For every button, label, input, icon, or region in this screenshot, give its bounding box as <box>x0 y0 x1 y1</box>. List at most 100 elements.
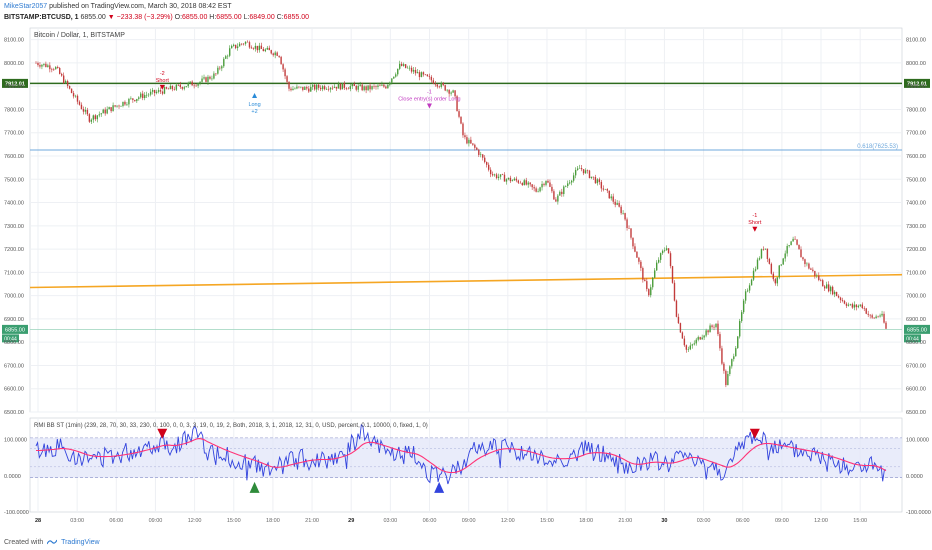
candle-body <box>280 56 282 65</box>
candle-body <box>659 253 662 260</box>
candle-body <box>531 184 533 188</box>
candle-body <box>737 336 739 349</box>
candle-body <box>84 109 87 112</box>
y-tick-left: 6900.00 <box>4 317 24 323</box>
y-tick-right: 6900.00 <box>906 317 926 323</box>
candle-body <box>393 76 395 79</box>
candle-body <box>118 105 120 107</box>
candle-body <box>229 48 231 56</box>
candle-body <box>438 86 440 88</box>
candle-body <box>100 113 102 115</box>
candle-body <box>145 94 148 96</box>
candle-body <box>725 370 727 386</box>
candle-body <box>675 300 678 317</box>
x-tick: 15:00 <box>227 518 241 524</box>
candle-body <box>193 85 195 87</box>
candle-body <box>786 246 788 254</box>
candle-body <box>74 95 77 97</box>
candle-body <box>768 258 771 264</box>
candle-body <box>140 93 142 98</box>
candle-body <box>201 78 203 82</box>
y-tick-left: 7900.00 <box>4 84 24 90</box>
candle-body <box>493 174 496 176</box>
osc-y-tick-right: -100.0000 <box>906 510 931 516</box>
candle-body <box>282 64 284 70</box>
candle-body <box>167 88 170 90</box>
candle-body <box>134 99 136 102</box>
candle-body <box>327 88 330 90</box>
candle-body <box>308 88 310 92</box>
candle-body <box>792 238 794 242</box>
candle-body <box>853 304 856 308</box>
candle-body <box>230 45 233 49</box>
candle-body <box>171 85 174 90</box>
candle-body <box>596 179 599 184</box>
candle-body <box>104 109 106 114</box>
y-tick-left: 7500.00 <box>4 177 24 183</box>
y-tick-right: 7100.00 <box>906 270 926 276</box>
candle-body <box>341 82 344 90</box>
candle-body <box>45 63 47 68</box>
candle-body <box>395 74 397 77</box>
candle-body <box>207 76 209 82</box>
candle-body <box>78 101 81 105</box>
candle-body <box>578 168 581 169</box>
candle-body <box>466 137 468 144</box>
candle-body <box>144 95 146 99</box>
author-link[interactable]: MikeStar2057 <box>4 3 47 10</box>
candle-body <box>82 109 85 112</box>
candle-body <box>723 363 725 371</box>
annotation-text: Long <box>248 102 260 108</box>
candle-body <box>677 316 680 324</box>
candle-body <box>219 67 221 69</box>
candle-body <box>814 270 816 276</box>
candle-body <box>731 359 733 367</box>
candle-body <box>363 86 365 91</box>
candle-body <box>329 87 332 90</box>
candle-body <box>549 182 551 187</box>
candle-body <box>598 179 601 182</box>
candle-body <box>191 81 193 86</box>
candle-body <box>408 67 411 69</box>
x-tick: 12:00 <box>188 518 202 524</box>
candle-body <box>436 84 438 87</box>
candle-body <box>302 86 304 90</box>
candle-body <box>272 53 274 56</box>
chart-canvas[interactable]: 7912.01 7912.010.618(7625.53)6855.0000:44… <box>0 0 932 550</box>
candle-body <box>683 338 686 346</box>
candle-body <box>632 237 634 247</box>
candle-body <box>53 69 55 70</box>
candle-body <box>458 111 460 117</box>
candle-body <box>98 114 100 116</box>
candle-body <box>561 191 563 195</box>
candle-body <box>173 89 176 90</box>
candle-body <box>292 88 294 91</box>
candle-body <box>553 191 555 200</box>
candle-body <box>788 245 790 247</box>
close-label: C: <box>276 14 284 21</box>
candle-body <box>679 323 682 333</box>
candle-body <box>51 69 53 70</box>
candle-body <box>412 69 415 72</box>
candle-body <box>414 69 417 74</box>
candle-body <box>43 63 45 65</box>
tradingview-logo-icon <box>46 539 58 545</box>
candle-body <box>41 64 43 67</box>
candle-body <box>142 93 144 99</box>
candle-body <box>177 84 180 86</box>
candle-body <box>671 266 674 283</box>
tradingview-link[interactable]: TradingView <box>61 539 100 546</box>
candle-body <box>343 82 346 88</box>
candle-body <box>707 330 709 333</box>
candle-body <box>187 83 189 87</box>
candle-body <box>312 84 314 87</box>
annotation-text: -1 <box>427 89 432 95</box>
candle-body <box>122 101 124 107</box>
candle-body <box>545 180 547 185</box>
candle-body <box>657 259 660 263</box>
candle-body <box>185 86 187 88</box>
published-text: published on TradingView.com, March 30, … <box>49 3 232 10</box>
candle-body <box>80 104 83 110</box>
candle-body <box>584 170 587 174</box>
candle-body <box>685 345 688 350</box>
